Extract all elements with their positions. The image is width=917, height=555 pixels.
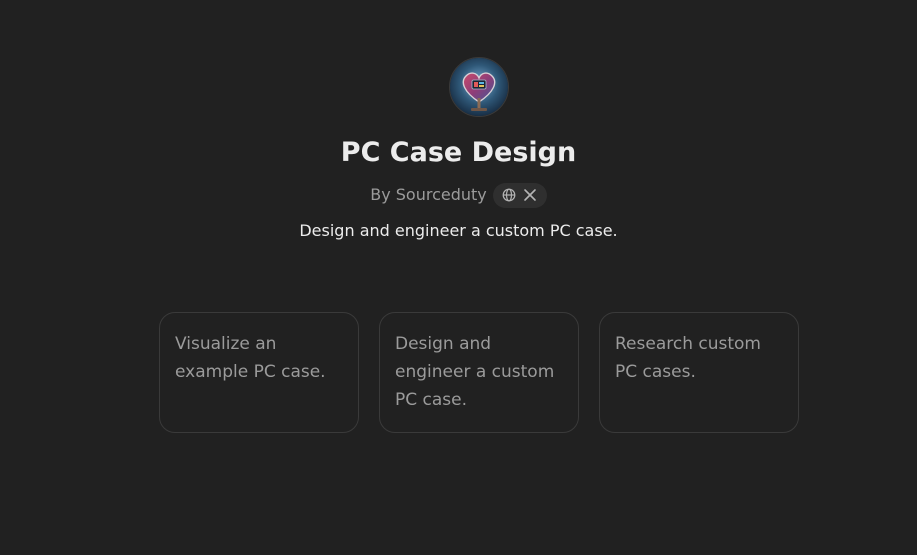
byline-row: By Sourceduty <box>0 182 917 208</box>
globe-icon[interactable] <box>502 188 517 203</box>
gpt-avatar <box>449 57 509 117</box>
starter-card-design[interactable]: Design and engineer a custom PC case. <box>379 312 579 433</box>
gpt-title: PC Case Design <box>340 137 577 168</box>
social-links <box>492 182 547 208</box>
x-logo-icon[interactable] <box>523 188 538 203</box>
author-byline: By Sourceduty <box>370 185 487 204</box>
starter-card-visualize[interactable]: Visualize an example PC case. <box>159 312 359 433</box>
conversation-starters: Visualize an example PC case. Design and… <box>159 312 799 433</box>
gpt-landing: PC Case Design By Sourceduty Design and … <box>0 0 917 555</box>
starter-card-research[interactable]: Research custom PC cases. <box>599 312 799 433</box>
gpt-description: Design and engineer a custom PC case. <box>299 221 618 240</box>
